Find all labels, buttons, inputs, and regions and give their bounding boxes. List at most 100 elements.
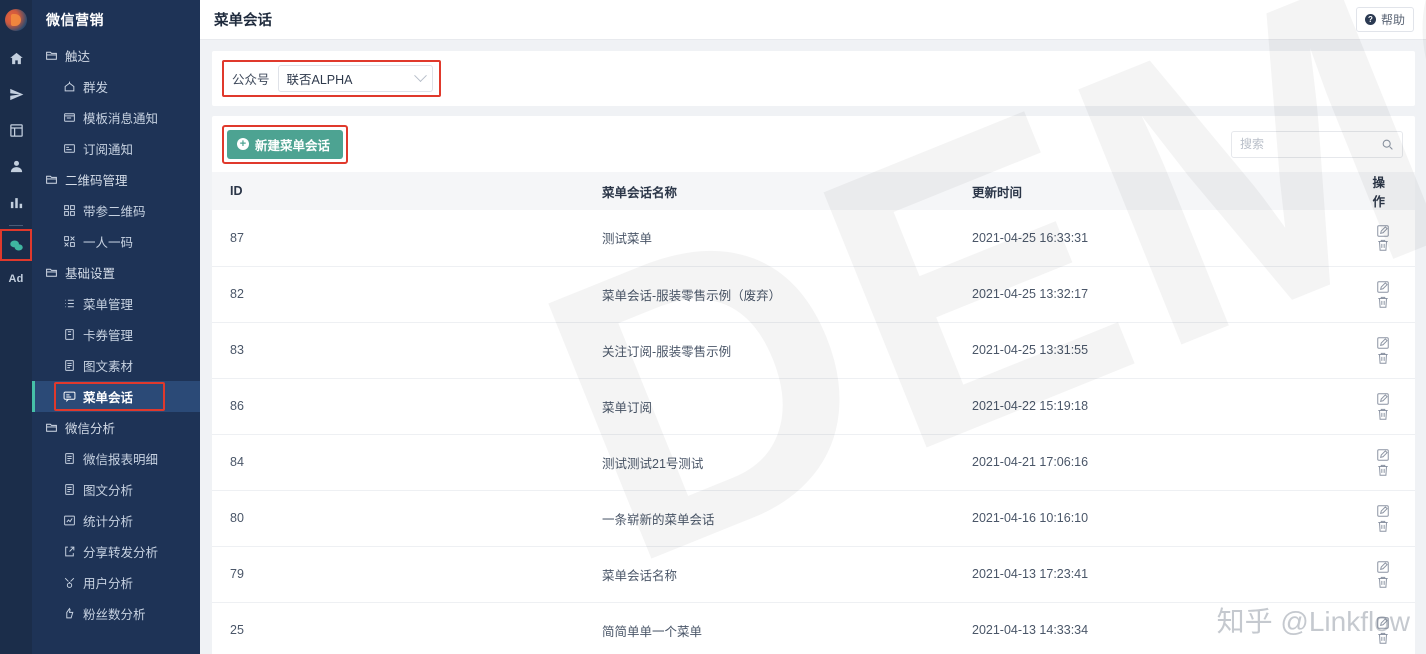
menu-chat-icon <box>63 390 76 403</box>
table-row[interactable]: 87 测试菜单 2021-04-25 16:33:31 <box>212 210 1415 267</box>
official-account-select[interactable]: 联否ALPHA <box>277 65 433 92</box>
help-button[interactable]: ? 帮助 <box>1355 7 1414 32</box>
cell-name: 菜单会话-服装零售示例（废弃） <box>592 266 962 323</box>
cell-updated: 2021-04-25 13:31:55 <box>962 322 1352 379</box>
edit-icon[interactable] <box>1376 392 1390 406</box>
cell-id: 25 <box>212 602 592 654</box>
topbar: 菜单会话 ? 帮助 <box>200 0 1426 40</box>
home-icon <box>9 51 24 66</box>
sidebar-item-personal-qrcode[interactable]: 一人一码 <box>32 226 200 257</box>
cell-name: 关注订阅-服装零售示例 <box>592 322 962 379</box>
cell-actions <box>1352 378 1415 435</box>
column-header-name[interactable]: 菜单会话名称 <box>592 172 962 210</box>
user-analysis-icon <box>63 576 76 589</box>
table-row[interactable]: 82 菜单会话-服装零售示例（废弃） 2021-04-25 13:32:17 <box>212 266 1415 323</box>
sidebar-item-label: 分享转发分析 <box>83 546 159 560</box>
sidebar-group-qrcode[interactable]: 二维码管理 <box>32 164 200 195</box>
search-input[interactable] <box>1240 137 1370 151</box>
edit-icon[interactable] <box>1376 504 1390 518</box>
sidebar-item-qunfa[interactable]: 群发 <box>32 71 200 102</box>
rail-item-dashboard[interactable] <box>0 112 32 148</box>
rail-item-wechat[interactable] <box>0 229 32 261</box>
new-menu-chat-highlight: + 新建菜单会话 <box>222 124 349 164</box>
delete-icon[interactable] <box>1376 575 1390 589</box>
qrcode-icon <box>63 204 76 217</box>
page-title: 菜单会话 <box>214 13 272 29</box>
sidebar-group-basic-settings[interactable]: 基础设置 <box>32 257 200 288</box>
sidebar-item-fans-analysis[interactable]: 粉丝数分析 <box>32 598 200 629</box>
delete-icon[interactable] <box>1376 407 1390 421</box>
ad-label: Ad <box>8 273 24 285</box>
rail-item-home[interactable] <box>0 40 32 76</box>
sidebar-item-label: 微信报表明细 <box>83 453 159 467</box>
cell-actions <box>1352 322 1415 379</box>
sidebar-item-report-detail[interactable]: 微信报表明细 <box>32 443 200 474</box>
sidebar-item-share-analysis[interactable]: 分享转发分析 <box>32 536 200 567</box>
delete-icon[interactable] <box>1376 238 1390 252</box>
cell-updated: 2021-04-25 16:33:31 <box>962 210 1352 267</box>
column-header-updated[interactable]: 更新时间 <box>962 172 1352 210</box>
delete-icon[interactable] <box>1376 631 1390 645</box>
rail-item-chart[interactable] <box>0 184 32 220</box>
sidebar-item-menu-management[interactable]: 菜单管理 <box>32 288 200 319</box>
sidebar-item-stats-analysis[interactable]: 统计分析 <box>32 505 200 536</box>
table-row[interactable]: 80 一条崭新的菜单会话 2021-04-16 10:16:10 <box>212 490 1415 547</box>
delete-icon[interactable] <box>1376 295 1390 309</box>
sidebar-item-template-msg[interactable]: 模板消息通知 <box>32 102 200 133</box>
sidebar-item-coupon-management[interactable]: 卡券管理 <box>32 319 200 350</box>
table-toolbar: + 新建菜单会话 <box>212 116 1415 172</box>
sidebar-item-user-analysis[interactable]: 用户分析 <box>32 567 200 598</box>
cell-updated: 2021-04-13 17:23:41 <box>962 546 1352 603</box>
article-icon <box>63 359 76 372</box>
column-header-id[interactable]: ID <box>212 172 592 210</box>
edit-icon[interactable] <box>1376 560 1390 574</box>
article-analysis-icon <box>63 483 76 496</box>
cell-name: 菜单会话名称 <box>592 546 962 603</box>
rail-item-user[interactable] <box>0 148 32 184</box>
delete-icon[interactable] <box>1376 351 1390 365</box>
edit-icon[interactable] <box>1376 280 1390 294</box>
edit-icon[interactable] <box>1376 448 1390 462</box>
table-row[interactable]: 25 简简单单一个菜单 2021-04-13 14:33:34 <box>212 602 1415 654</box>
sidebar-item-label: 菜单会话 <box>83 391 134 405</box>
new-menu-chat-button[interactable]: + 新建菜单会话 <box>227 129 344 159</box>
table-row[interactable]: 83 关注订阅-服装零售示例 2021-04-25 13:31:55 <box>212 322 1415 379</box>
search-box[interactable] <box>1231 130 1403 158</box>
edit-icon[interactable] <box>1376 616 1390 630</box>
edit-icon[interactable] <box>1376 224 1390 238</box>
report-icon <box>63 452 76 465</box>
sidebar-item-subscribe-notice[interactable]: 订阅通知 <box>32 133 200 164</box>
send-icon <box>9 87 24 102</box>
cell-actions <box>1352 210 1415 267</box>
wechat-icon <box>9 238 24 253</box>
cell-name: 菜单订阅 <box>592 378 962 435</box>
table-row[interactable]: 79 菜单会话名称 2021-04-13 17:23:41 <box>212 546 1415 603</box>
cell-updated: 2021-04-25 13:32:17 <box>962 266 1352 323</box>
delete-icon[interactable] <box>1376 463 1390 477</box>
delete-icon[interactable] <box>1376 519 1390 533</box>
official-account-value: 联否ALPHA <box>286 73 353 87</box>
sidebar-item-label: 一人一码 <box>83 236 134 250</box>
table-body: 87 测试菜单 2021-04-25 16:33:31 82 菜单会话-服装零售示例（废… <box>212 210 1415 654</box>
sidebar-group-reach[interactable]: 触达 <box>32 40 200 71</box>
sidebar-item-menu-chat[interactable]: 菜单会话 <box>32 381 200 412</box>
sidebar-item-label: 菜单管理 <box>83 298 134 312</box>
cell-actions <box>1352 266 1415 323</box>
edit-icon[interactable] <box>1376 336 1390 350</box>
table-row[interactable]: 86 菜单订阅 2021-04-22 15:19:18 <box>212 378 1415 435</box>
rail-item-send[interactable] <box>0 76 32 112</box>
sidebar-item-param-qrcode[interactable]: 带参二维码 <box>32 195 200 226</box>
app-logo[interactable] <box>0 0 32 40</box>
search-icon[interactable] <box>1381 138 1394 151</box>
table-row[interactable]: 84 测试测试21号测试 2021-04-21 17:06:16 <box>212 434 1415 491</box>
broadcast-icon <box>63 80 76 93</box>
sidebar-group-wechat-analysis[interactable]: 微信分析 <box>32 412 200 443</box>
cell-updated: 2021-04-21 17:06:16 <box>962 434 1352 491</box>
sidebar-item-article-analysis[interactable]: 图文分析 <box>32 474 200 505</box>
sidebar-item-article-material[interactable]: 图文素材 <box>32 350 200 381</box>
user-icon <box>9 159 24 174</box>
content-area: 公众号 联否ALPHA + 新建菜单会话 搜索 ID 菜单会话名称 更新时间 操… <box>200 40 1426 654</box>
rail-item-ad[interactable]: Ad <box>0 261 32 297</box>
sidebar-group-label: 微信分析 <box>65 422 116 436</box>
cell-id: 84 <box>212 434 592 491</box>
